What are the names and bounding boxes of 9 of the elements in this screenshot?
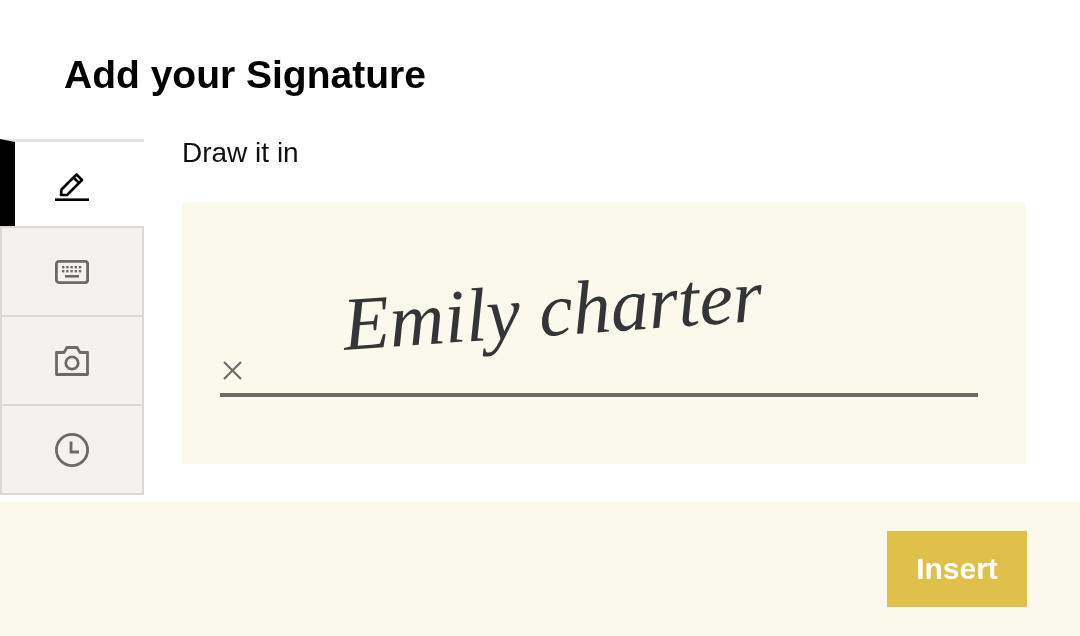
- close-icon[interactable]: [222, 361, 243, 380]
- dialog-title: Add your Signature: [64, 52, 426, 98]
- signature-pad[interactable]: Emily charter: [182, 202, 1026, 464]
- keyboard-icon: [55, 259, 89, 284]
- side-tab[interactable]: [0, 139, 144, 228]
- panel-heading: Draw it in: [182, 139, 299, 167]
- camera-icon: [55, 345, 89, 376]
- signature-text: Emily charter: [340, 252, 765, 366]
- clock-icon: [55, 432, 89, 467]
